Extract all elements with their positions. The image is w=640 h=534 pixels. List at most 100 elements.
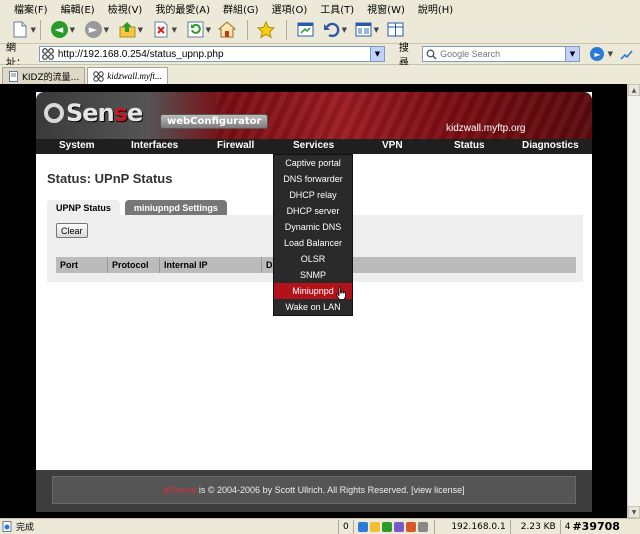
script-icon[interactable] xyxy=(393,521,404,532)
menu-edit[interactable]: 編輯(E) xyxy=(61,1,95,16)
nav-system[interactable]: System xyxy=(59,140,95,151)
chevron-down-icon[interactable]: ▼ xyxy=(138,26,143,34)
menu-bar: 檔案(F) 編輯(E) 檢視(V) 我的最愛(A) 群組(G) 選項(O) 工具… xyxy=(0,0,640,16)
status-size: 2.23 KB xyxy=(509,519,560,534)
refresh-button[interactable]: ▼ xyxy=(183,19,211,41)
toolbar-separator xyxy=(40,19,41,40)
window-arrange-icon xyxy=(297,22,313,37)
stop-button[interactable]: ▼ xyxy=(149,19,177,41)
page-viewport: Sense webConfigurator kidzwall.myftp.org… xyxy=(0,84,627,518)
tab-miniupnpd-settings[interactable]: miniupnpd Settings xyxy=(124,200,227,215)
menu-window[interactable]: 視窗(W) xyxy=(367,1,405,16)
new-page-button[interactable]: ▼ xyxy=(8,19,36,41)
menu-options[interactable]: 選項(O) xyxy=(272,1,308,16)
menu-file[interactable]: 檔案(F) xyxy=(14,1,48,16)
favorites-button[interactable] xyxy=(254,19,278,41)
menu-item-dns-forwarder[interactable]: DNS forwarder xyxy=(274,171,352,187)
nav-diagnostics[interactable]: Diagnostics xyxy=(522,140,579,151)
chevron-down-icon[interactable]: ▼ xyxy=(70,26,75,34)
menu-help[interactable]: 說明(H) xyxy=(418,1,453,16)
search-input[interactable] xyxy=(440,49,561,59)
status-bar: 完成 0 192.168.0.1 2.23 KB 4 #39708 xyxy=(0,518,640,534)
tab-label: kidzwall.myft... xyxy=(107,71,162,81)
chevron-down-icon[interactable]: ▼ xyxy=(342,26,347,34)
status-count-value: 0 xyxy=(343,521,349,532)
nav-services[interactable]: Services xyxy=(293,140,334,151)
undo-close-button[interactable]: ▼ xyxy=(319,19,347,41)
download-icon[interactable] xyxy=(369,521,380,532)
search-options-button[interactable] xyxy=(615,43,638,65)
menu-item-dhcp-relay[interactable]: DHCP relay xyxy=(274,187,352,203)
home-button[interactable] xyxy=(215,19,239,41)
clear-button[interactable]: Clear xyxy=(56,223,88,238)
logo-ring-icon xyxy=(44,103,64,123)
up-button[interactable]: ▼ xyxy=(115,19,143,41)
chevron-down-icon[interactable]: ▼ xyxy=(564,47,579,61)
address-input[interactable]: http://192.168.0.254/status_upnp.php ▼ xyxy=(38,46,385,62)
chevron-down-icon[interactable]: ▼ xyxy=(608,50,613,58)
tab-upnp-status[interactable]: UPNP Status xyxy=(47,200,120,215)
search-engine-icon xyxy=(426,49,437,60)
proxy-icon[interactable] xyxy=(405,521,416,532)
flash-icon[interactable] xyxy=(381,521,392,532)
back-button[interactable]: ◄ ▼ xyxy=(47,19,75,41)
scroll-up-icon[interactable]: ▲ xyxy=(628,84,640,96)
status-left: 完成 xyxy=(0,520,338,533)
chevron-down-icon[interactable]: ▼ xyxy=(369,47,384,61)
header-decoration xyxy=(216,92,592,139)
groups-button[interactable]: ▼ xyxy=(351,19,379,41)
pfsense-favicon-icon xyxy=(93,70,104,82)
nav-status[interactable]: Status xyxy=(454,140,485,151)
pfsense-logo[interactable]: Sense xyxy=(44,99,143,127)
search-go-button[interactable]: ► ▼ xyxy=(586,43,613,65)
scroll-down-icon[interactable]: ▼ xyxy=(628,506,640,518)
nav-vpn[interactable]: VPN xyxy=(382,140,403,151)
tab-label: KIDZ的流量... xyxy=(22,72,80,83)
settings-icon[interactable] xyxy=(417,521,428,532)
home-icon xyxy=(218,21,236,38)
menu-tools[interactable]: 工具(T) xyxy=(320,1,354,16)
popup-blocker-icon[interactable] xyxy=(357,521,368,532)
menu-groups[interactable]: 群組(G) xyxy=(223,1,259,16)
logo-end: e xyxy=(126,99,143,127)
menu-view[interactable]: 檢視(V) xyxy=(108,1,143,16)
vertical-scrollbar[interactable]: ▲ ▼ xyxy=(627,84,640,518)
tile-button[interactable] xyxy=(383,19,407,41)
menu-item-dynamic-dns[interactable]: Dynamic DNS xyxy=(274,219,352,235)
tab-kidzwall[interactable]: kidzwall.myft... xyxy=(87,67,168,84)
toolbar-separator xyxy=(247,19,248,40)
status-extra-value: 4 xyxy=(564,521,571,532)
tab-kidz-traffic[interactable]: KIDZ的流量... xyxy=(2,67,86,84)
logo-accent: s xyxy=(113,99,128,127)
footer-brand[interactable]: pfSense xyxy=(163,485,196,495)
chevron-down-icon[interactable]: ▼ xyxy=(206,26,211,34)
status-ip: 192.168.0.1 xyxy=(433,519,510,534)
chevron-down-icon[interactable]: ▼ xyxy=(374,26,379,34)
chevron-down-icon[interactable]: ▼ xyxy=(172,26,177,34)
menu-item-olsr[interactable]: OLSR xyxy=(274,251,352,267)
menu-item-snmp[interactable]: SNMP xyxy=(274,267,352,283)
webconfigurator-badge: webConfigurator xyxy=(160,114,269,129)
nav-interfaces[interactable]: Interfaces xyxy=(131,140,178,151)
menu-item-captive-portal[interactable]: Captive portal xyxy=(274,155,352,171)
logo-text: Sen xyxy=(66,99,115,127)
undo-icon xyxy=(323,22,339,38)
menu-item-dhcp-server[interactable]: DHCP server xyxy=(274,203,352,219)
chevron-down-icon[interactable]: ▼ xyxy=(31,26,36,34)
menu-item-wake-on-lan[interactable]: Wake on LAN xyxy=(274,299,352,315)
hand-cursor-icon xyxy=(336,286,346,300)
hostname: kidzwall.myftp.org xyxy=(446,123,526,134)
menu-item-load-balancer[interactable]: Load Balancer xyxy=(274,235,352,251)
status-icons xyxy=(352,519,434,534)
nav-firewall[interactable]: Firewall xyxy=(217,140,254,151)
up-folder-icon xyxy=(119,22,135,38)
status-text: 完成 xyxy=(16,523,35,533)
forward-button[interactable]: ► ▼ xyxy=(81,19,109,41)
window-button[interactable] xyxy=(293,19,317,41)
page-tabs: UPNP Status miniupnpd Settings xyxy=(47,200,232,215)
search-field[interactable]: ▼ xyxy=(422,46,580,62)
document-icon xyxy=(9,70,18,82)
menu-favorites[interactable]: 我的最愛(A) xyxy=(155,1,210,16)
chevron-down-icon[interactable]: ▼ xyxy=(104,26,109,34)
page-favicon-icon xyxy=(41,48,54,60)
